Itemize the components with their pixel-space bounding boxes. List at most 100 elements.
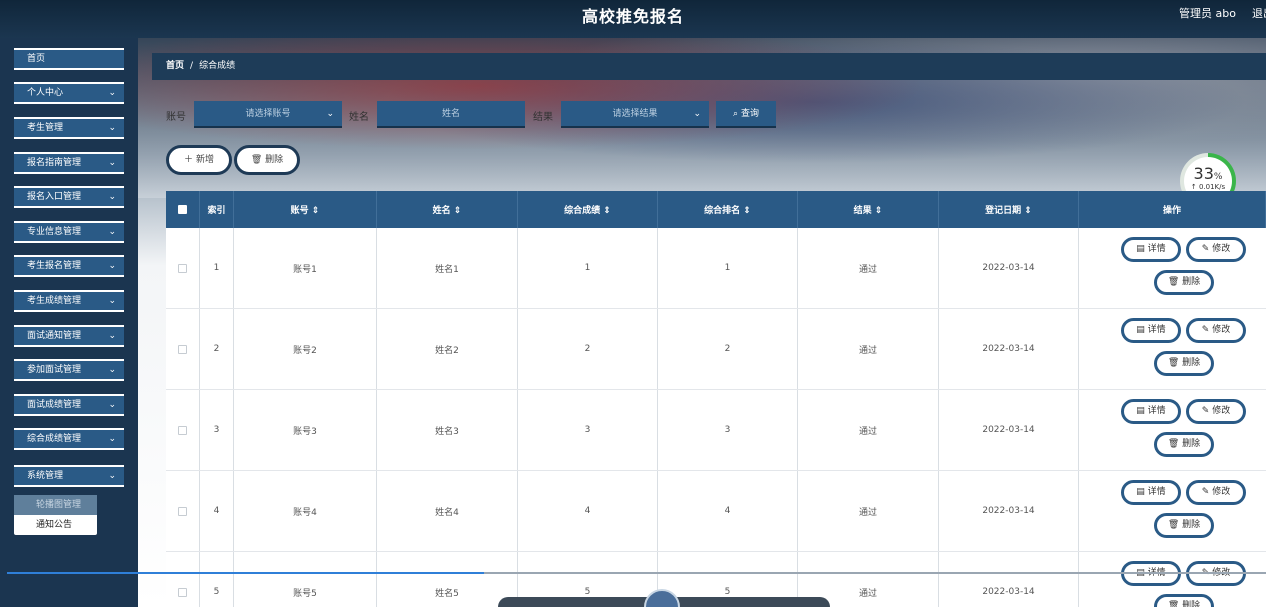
table-cell: 2022-03-14	[939, 309, 1079, 389]
chevron-down-icon: ⌄	[108, 434, 116, 444]
detail-button[interactable]: ▤ 详情	[1121, 237, 1181, 262]
table-cell: 2	[518, 309, 658, 389]
result-select-placeholder: 请选择结果	[612, 109, 658, 119]
detail-button[interactable]: ▤ 详情	[1121, 480, 1181, 505]
column-header-2[interactable]: 姓名 ⇕	[377, 191, 518, 228]
breadcrumb-separator: /	[190, 61, 194, 71]
detail-button-label: 详情	[1147, 487, 1166, 497]
top-bar: 高校推免报名 管理员 abo 退出	[0, 0, 1266, 38]
delete-button-label: 删除	[1182, 601, 1201, 607]
breadcrumb-home[interactable]: 首页	[166, 61, 184, 71]
edit-button[interactable]: ✎ 修改	[1186, 237, 1246, 262]
sidebar-item-2[interactable]: 考生管理 ⌄	[14, 117, 124, 139]
batch-delete-label: 删除	[265, 155, 284, 165]
add-button[interactable]: ＋ 新增	[166, 145, 232, 175]
row-select-cell	[166, 552, 200, 607]
column-header-3[interactable]: 综合成绩 ⇕	[518, 191, 658, 228]
sidebar-item-5[interactable]: 专业信息管理 ⌄	[14, 221, 124, 243]
delete-button-label: 删除	[1182, 439, 1201, 449]
trash-icon: 🗑	[1167, 601, 1183, 607]
name-input[interactable]: 姓名	[377, 101, 525, 128]
column-header-0: 索引	[200, 191, 234, 228]
chevron-down-icon: ⌄	[108, 331, 116, 341]
delete-button[interactable]: 🗑 删除	[1154, 432, 1214, 457]
edit-button[interactable]: ✎ 修改	[1186, 399, 1246, 424]
batch-delete-button[interactable]: 🗑 删除	[234, 145, 300, 175]
edit-button[interactable]: ✎ 修改	[1186, 480, 1246, 505]
sidebar-item-label: 首页	[27, 54, 46, 64]
table-header: 索引 账号 ⇕ 姓名 ⇕ 综合成绩 ⇕ 综合排名 ⇕ 结果 ⇕ 登记日期 ⇕ 操作	[166, 191, 1266, 228]
delete-button[interactable]: 🗑 删除	[1154, 270, 1214, 295]
sidebar-item-1[interactable]: 个人中心 ⌄	[14, 82, 124, 104]
video-progress-bar[interactable]	[7, 572, 1266, 574]
sidebar-item-12[interactable]: 系统管理 ⌄	[14, 465, 124, 487]
sidebar-item-3[interactable]: 报名指南管理 ⌄	[14, 152, 124, 174]
row-checkbox[interactable]	[178, 587, 187, 597]
plus-icon: ＋	[184, 155, 194, 165]
row-actions: ▤ 详情✎ 修改 🗑 删除	[1079, 228, 1266, 309]
sidebar-item-7[interactable]: 考生成绩管理 ⌄	[14, 290, 124, 312]
sidebar-item-9[interactable]: 参加面试管理 ⌄	[14, 359, 124, 381]
detail-button[interactable]: ▤ 详情	[1121, 318, 1181, 343]
select-all-checkbox[interactable]	[178, 205, 187, 214]
add-button-label: 新增	[195, 155, 214, 165]
edit-button[interactable]: ✎ 修改	[1186, 318, 1246, 343]
row-checkbox[interactable]	[178, 425, 187, 435]
sidebar-item-11[interactable]: 综合成绩管理 ⌄	[14, 428, 124, 450]
document-icon: ▤	[1136, 244, 1148, 254]
sidebar-item-0[interactable]: 首页	[14, 48, 124, 70]
trash-icon: 🗑	[1167, 277, 1183, 287]
delete-button-label: 删除	[1182, 277, 1201, 287]
sidebar-item-label: 考生报名管理	[27, 261, 82, 271]
table-cell: 姓名1	[377, 228, 518, 308]
table-row: 1 账号1 姓名1 1 1 通过 2022-03-14 ▤ 详情 ✎ 修改 🗑 删除	[166, 228, 1266, 309]
chevron-down-icon: ⌄	[108, 261, 116, 271]
sidebar-item-6[interactable]: 考生报名管理 ⌄	[14, 255, 124, 277]
query-button[interactable]: ⌕ 查询	[716, 101, 776, 128]
row-actions: ▤ 详情✎ 修改 🗑 删除	[1079, 309, 1266, 390]
table-cell: 通过	[798, 228, 939, 308]
delete-button[interactable]: 🗑 删除	[1154, 513, 1214, 538]
submenu-item-0[interactable]: 轮播图管理	[14, 495, 97, 515]
sidebar-item-label: 考生管理	[27, 123, 64, 133]
row-select-cell	[166, 471, 200, 551]
submenu-item-1[interactable]: 通知公告	[14, 515, 97, 535]
chevron-down-icon: ⌄	[108, 400, 116, 410]
sidebar-item-10[interactable]: 面试成绩管理 ⌄	[14, 394, 124, 416]
table-cell: 4	[518, 471, 658, 551]
table-cell: 2	[658, 309, 798, 389]
delete-button[interactable]: 🗑 删除	[1154, 594, 1214, 607]
user-name: 管理员 abo	[1179, 7, 1236, 20]
sidebar: 首页 个人中心 ⌄ 考生管理 ⌄ 报名指南管理 ⌄ 报名入口管理 ⌄ 专业信息管理 ⌄ 考生报名管理 ⌄…	[0, 38, 138, 607]
column-header-7: 操作	[1079, 191, 1266, 228]
system-submenu: 轮播图管理 通知公告	[14, 495, 97, 535]
chevron-down-icon: ⌄	[326, 109, 334, 119]
result-select[interactable]: 请选择结果 ⌄	[561, 101, 709, 128]
account-select[interactable]: 请选择账号 ⌄	[194, 101, 342, 128]
column-header-5[interactable]: 结果 ⇕	[798, 191, 939, 228]
column-header-6[interactable]: 登记日期 ⇕	[939, 191, 1079, 228]
sidebar-item-label: 个人中心	[27, 88, 64, 98]
table-cell: 2022-03-14	[939, 471, 1079, 551]
trash-icon: 🗑	[1167, 520, 1183, 530]
row-checkbox[interactable]	[178, 263, 187, 273]
sidebar-item-4[interactable]: 报名入口管理 ⌄	[14, 186, 124, 208]
logout-link[interactable]: 退出	[1252, 5, 1266, 21]
video-progress-fill	[7, 572, 484, 574]
detail-button[interactable]: ▤ 详情	[1121, 399, 1181, 424]
table-cell: 4	[658, 471, 798, 551]
table-cell: 姓名3	[377, 390, 518, 470]
table-cell: 姓名2	[377, 309, 518, 389]
name-label: 姓名	[349, 112, 369, 123]
table-row: 4 账号4 姓名4 4 4 通过 2022-03-14 ▤ 详情 ✎ 修改 🗑 删除	[166, 471, 1266, 552]
sidebar-item-8[interactable]: 面试通知管理 ⌄	[14, 325, 124, 347]
delete-button-label: 删除	[1182, 520, 1201, 530]
column-header-1[interactable]: 账号 ⇕	[234, 191, 377, 228]
detail-button-label: 详情	[1147, 406, 1166, 416]
delete-button[interactable]: 🗑 删除	[1154, 351, 1214, 376]
row-checkbox[interactable]	[178, 344, 187, 354]
row-checkbox[interactable]	[178, 506, 187, 516]
column-header-4[interactable]: 综合排名 ⇕	[658, 191, 798, 228]
document-icon: ▤	[1136, 487, 1148, 497]
sidebar-item-label: 报名入口管理	[27, 192, 82, 202]
